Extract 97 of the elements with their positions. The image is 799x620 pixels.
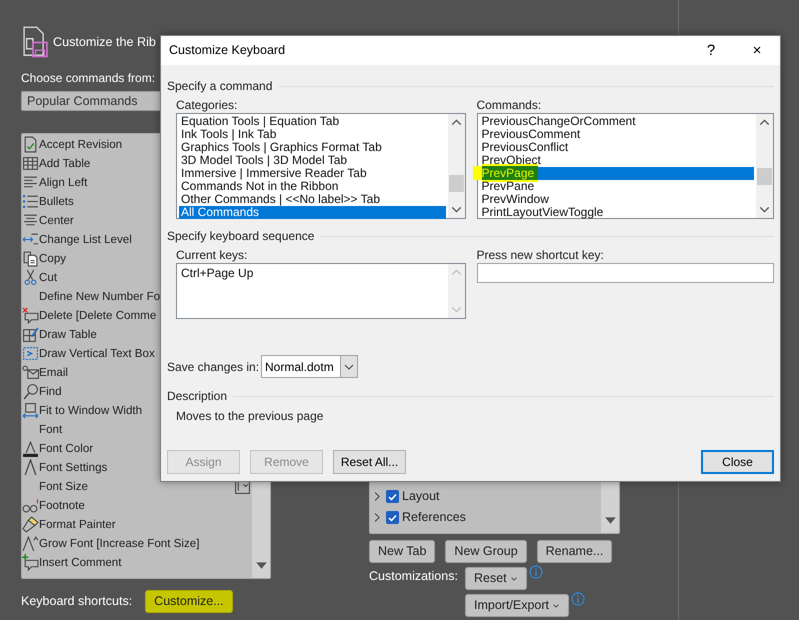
font-color-icon bbox=[22, 440, 39, 457]
list-item[interactable]: Other Commands | <<No label>> Tab bbox=[179, 193, 446, 206]
footnote-icon bbox=[22, 497, 39, 514]
help-button[interactable]: ? bbox=[688, 36, 734, 65]
command-item[interactable]: Format Painter bbox=[39, 516, 116, 534]
command-item[interactable]: Align Left bbox=[39, 174, 88, 192]
grow-font-icon bbox=[22, 535, 39, 552]
list-item[interactable]: Ink Tools | Ink Tab bbox=[179, 128, 446, 141]
command-item[interactable]: Draw Vertical Text Box bbox=[39, 344, 155, 362]
field-label: Customizations: bbox=[369, 568, 459, 585]
email-icon bbox=[22, 364, 39, 381]
scrollbar[interactable] bbox=[448, 264, 464, 318]
dialog-title: Customize the Rib bbox=[53, 34, 156, 51]
dropdown-button[interactable]: Import/Export bbox=[465, 594, 570, 617]
command-item[interactable]: Add Table bbox=[39, 154, 90, 172]
list-item[interactable]: PrevWindow bbox=[480, 193, 754, 206]
field-label: Commands: bbox=[476, 97, 542, 113]
field-label: Choose commands from: bbox=[21, 70, 156, 87]
copy-icon bbox=[22, 250, 39, 267]
scissors-icon bbox=[22, 269, 39, 286]
command-item[interactable]: Font Settings bbox=[39, 458, 108, 476]
caret-icon bbox=[510, 575, 518, 582]
customize-ribbon-icon bbox=[21, 26, 50, 58]
command-item[interactable]: Font Color bbox=[39, 440, 94, 458]
list-item[interactable]: Ctrl+Page Up bbox=[179, 267, 446, 280]
shortcut-input-field[interactable] bbox=[476, 263, 774, 283]
field-label: Current keys: bbox=[176, 247, 248, 263]
command-item[interactable]: Insert Comment bbox=[39, 554, 122, 572]
command-item[interactable]: Center bbox=[39, 212, 74, 230]
search-icon bbox=[22, 383, 39, 400]
save-in-dropdown[interactable]: Normal.dotm bbox=[261, 355, 358, 378]
draw-table-icon bbox=[22, 326, 39, 343]
list-item[interactable]: 3D Model Tools | 3D Model Tab bbox=[179, 154, 446, 167]
field-label: Save changes in: bbox=[167, 358, 260, 376]
caret-icon bbox=[344, 364, 354, 370]
scrollbar[interactable] bbox=[756, 114, 773, 218]
dropdown-button[interactable]: Reset bbox=[465, 567, 527, 590]
dialog-button[interactable]: Reset All... bbox=[333, 450, 406, 474]
command-item[interactable]: Draw Table bbox=[39, 326, 97, 344]
list-item[interactable]: PreviousChangeOrComment bbox=[480, 115, 754, 128]
command-item[interactable]: Accept Revision bbox=[39, 136, 122, 154]
command-item[interactable]: Define New Number Fo bbox=[39, 288, 160, 306]
field-label: Press new shortcut key: bbox=[476, 247, 605, 263]
command-item[interactable]: Grow Font [Increase Font Size] bbox=[39, 534, 200, 552]
command-item[interactable]: Footnote bbox=[39, 496, 85, 514]
list-item[interactable]: PrevPage bbox=[480, 167, 754, 180]
info-icon bbox=[528, 565, 543, 579]
ribbon-button[interactable]: Rename... bbox=[536, 540, 612, 563]
command-item[interactable]: Font bbox=[39, 420, 62, 438]
scrollbar-thumb[interactable] bbox=[757, 168, 772, 185]
list-item[interactable]: PreviousConflict bbox=[480, 141, 754, 154]
customize-button[interactable]: Customize... bbox=[145, 590, 233, 613]
window-title: Customize Keyboard bbox=[169, 42, 286, 60]
checkbox[interactable] bbox=[386, 490, 399, 503]
command-item[interactable]: Change List Level bbox=[39, 230, 132, 248]
paintbrush-icon bbox=[22, 516, 39, 533]
caret-icon bbox=[552, 602, 560, 609]
field-label: Keyboard shortcuts: bbox=[21, 593, 132, 610]
scrollbar[interactable] bbox=[448, 114, 464, 218]
scrollbar-thumb[interactable] bbox=[448, 175, 464, 192]
checkbox[interactable] bbox=[386, 511, 399, 524]
list-item[interactable]: PrintLayoutViewToggle bbox=[480, 206, 754, 219]
close-button[interactable]: × bbox=[734, 36, 780, 65]
list-item[interactable]: All Commands bbox=[179, 206, 446, 219]
tab-item[interactable]: References bbox=[402, 508, 466, 527]
list-item[interactable]: Immersive | Immersive Reader Tab bbox=[179, 167, 446, 180]
text-box-icon bbox=[22, 345, 39, 362]
comment-add-icon bbox=[22, 554, 39, 571]
command-item[interactable]: Font Size bbox=[39, 478, 88, 496]
command-item[interactable]: Fit to Window Width bbox=[39, 402, 142, 420]
ribbon-button[interactable]: New Group bbox=[445, 540, 527, 563]
list-item[interactable]: PreviousComment bbox=[480, 128, 754, 141]
document-check-icon bbox=[22, 136, 39, 153]
font-icon bbox=[22, 459, 39, 476]
command-item[interactable]: Cut bbox=[39, 268, 58, 286]
section-heading: Description bbox=[167, 388, 228, 405]
description-text: Moves to the previous page bbox=[175, 408, 324, 425]
command-item[interactable]: Find bbox=[39, 382, 62, 400]
dialog-button[interactable]: Close bbox=[701, 450, 774, 474]
list-item[interactable]: PrevObject bbox=[480, 154, 754, 167]
section-heading: Specify keyboard sequence bbox=[167, 228, 314, 245]
tab-item[interactable]: Layout bbox=[402, 487, 440, 506]
list-item[interactable]: PrevPane bbox=[480, 180, 754, 193]
command-item[interactable]: Copy bbox=[39, 250, 66, 268]
table-icon bbox=[22, 155, 39, 172]
fit-width-icon bbox=[22, 402, 39, 419]
info-icon bbox=[571, 592, 586, 606]
ribbon-button[interactable]: New Tab bbox=[369, 540, 436, 563]
list-item[interactable]: Commands Not in the Ribbon bbox=[179, 180, 446, 193]
command-item[interactable]: Bullets bbox=[39, 192, 74, 210]
field-label: Categories: bbox=[176, 97, 238, 113]
list-item[interactable]: Graphics Tools | Graphics Format Tab bbox=[179, 141, 446, 154]
comment-delete-icon bbox=[22, 307, 39, 324]
command-item[interactable]: Delete [Delete Comme bbox=[39, 306, 156, 324]
command-item[interactable]: Email bbox=[39, 364, 68, 382]
bullets-icon bbox=[22, 193, 39, 210]
list-item[interactable]: Equation Tools | Equation Tab bbox=[179, 115, 446, 128]
